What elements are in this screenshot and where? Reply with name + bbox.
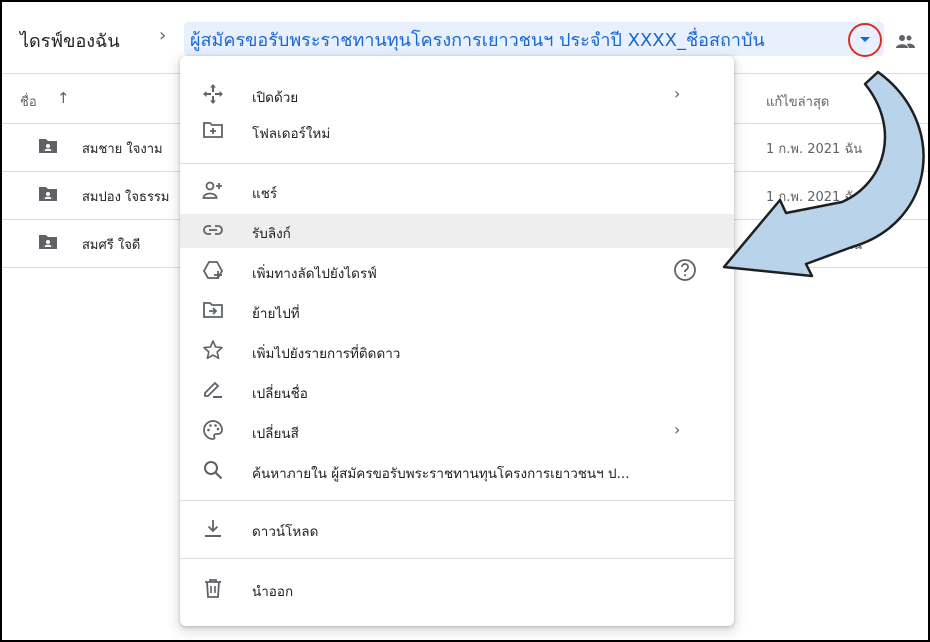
file-name: สมปอง ใจธรรม	[82, 190, 170, 205]
menu-item-add-star[interactable]: เพิ่มไปยังรายการที่ติดดาว	[180, 334, 734, 368]
name-column-header[interactable]: ชื่อ	[20, 91, 37, 112]
menu-divider	[180, 500, 734, 501]
menu-item-rename[interactable]: เปลี่ยนชื่อ	[180, 374, 734, 408]
drive-window: ไดรฟ์ของฉัน › ผู้สมัครขอรับพระราชทานทุนโ…	[0, 0, 930, 642]
menu-item-download[interactable]: ดาวน์โหลด	[180, 512, 734, 546]
file-name: สมชาย ใจงาม	[82, 142, 163, 157]
sort-arrow-up-icon[interactable]: ↑	[57, 89, 70, 107]
menu-item-remove[interactable]: นำออก	[180, 572, 734, 606]
palette-icon	[203, 420, 223, 440]
menu-divider	[180, 163, 734, 164]
folder-context-menu: เปิดด้วย › โฟลเดอร์ใหม่ แชร์ รับลิงก์ เพ…	[180, 56, 734, 626]
breadcrumb-root[interactable]: ไดรฟ์ของฉัน	[20, 26, 120, 55]
menu-item-label: ดาวน์โหลด	[252, 524, 319, 540]
breadcrumb-separator: ›	[159, 25, 167, 46]
modified-column-header[interactable]: แก้ไขล่าสุด	[766, 91, 829, 112]
menu-item-label: เปลี่ยนชื่อ	[252, 386, 308, 402]
menu-item-open-with[interactable]: เปิดด้วย ›	[180, 78, 734, 112]
menu-item-new-folder[interactable]: โฟลเดอร์ใหม่	[180, 114, 734, 148]
file-modified: 1 ก.พ. 2021 ฉัน	[766, 238, 863, 253]
link-icon	[203, 225, 223, 235]
menu-item-label: เพิ่มไปยังรายการที่ติดดาว	[252, 346, 401, 362]
caret-down-icon	[860, 37, 870, 42]
menu-item-label: แชร์	[252, 186, 278, 202]
file-modified: 1 ก.พ. 2021 ฉัน	[766, 190, 863, 205]
breadcrumb-current-folder[interactable]: ผู้สมัครขอรับพระราชทานทุนโครงการเยาวชนฯ …	[184, 22, 884, 56]
file-name: สมศรี ใจดี	[82, 238, 141, 253]
chevron-right-icon: ›	[674, 420, 681, 439]
menu-item-label: รับลิงก์	[252, 226, 291, 242]
trash-icon	[205, 579, 221, 598]
folder-dropdown-button[interactable]	[848, 23, 882, 57]
menu-item-label: โฟลเดอร์ใหม่	[252, 126, 331, 142]
download-icon	[205, 520, 221, 537]
shared-folder-icon	[39, 235, 57, 249]
move-to-icon	[203, 302, 223, 318]
menu-item-label: เพิ่มทางลัดไปยังไดรฟ์	[252, 266, 377, 282]
star-icon	[203, 340, 223, 360]
shared-people-icon[interactable]	[894, 33, 916, 49]
file-modified: 1 ก.พ. 2021 ฉัน	[766, 142, 863, 157]
menu-item-move-to[interactable]: ย้ายไปที่	[180, 294, 734, 328]
menu-divider	[180, 558, 734, 559]
share-person-icon	[202, 181, 222, 199]
shared-folder-icon	[39, 187, 57, 201]
menu-item-change-color[interactable]: เปลี่ยนสี ›	[180, 414, 734, 448]
rename-icon	[204, 381, 222, 398]
open-with-icon	[203, 84, 223, 104]
menu-item-label: เปลี่ยนสี	[252, 426, 299, 442]
chevron-right-icon: ›	[674, 84, 681, 103]
menu-item-label: ย้ายไปที่	[252, 306, 300, 322]
menu-item-add-shortcut[interactable]: เพิ่มทางลัดไปยังไดรฟ์	[180, 254, 734, 288]
help-circle-icon[interactable]	[672, 257, 698, 283]
menu-item-label: นำออก	[252, 584, 294, 600]
shared-folder-icon	[39, 139, 57, 153]
menu-item-share[interactable]: แชร์	[180, 174, 734, 208]
new-folder-icon	[203, 122, 223, 138]
add-shortcut-icon	[202, 261, 224, 279]
menu-item-search-within[interactable]: ค้นหาภายใน ผู้สมัครขอรับพระราชทานทุนโครง…	[180, 454, 734, 488]
menu-item-get-link[interactable]: รับลิงก์	[180, 214, 734, 248]
search-icon	[204, 461, 223, 480]
menu-item-label: เปิดด้วย	[252, 90, 299, 106]
menu-item-label: ค้นหาภายใน ผู้สมัครขอรับพระราชทานทุนโครง…	[252, 466, 630, 482]
